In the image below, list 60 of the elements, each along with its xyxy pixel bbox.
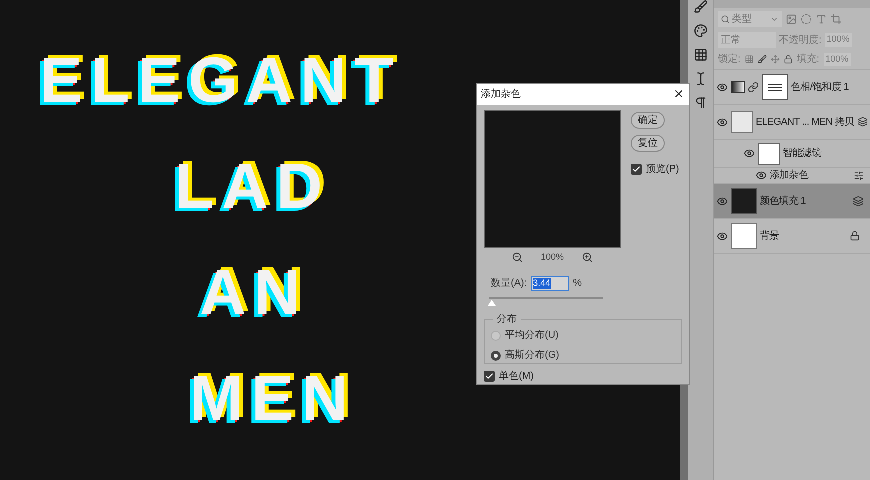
canvas-text: LAD — [175, 149, 331, 224]
checkbox[interactable] — [484, 371, 495, 382]
zoom-level: 100% — [540, 250, 564, 264]
grid-icon[interactable] — [694, 48, 708, 62]
dialog-button[interactable]: 确定 — [631, 112, 665, 129]
monochrome-label: 单色(M) — [499, 370, 534, 384]
mask-thumbnail — [762, 74, 788, 100]
layer-name: 智能滤镜 — [783, 146, 822, 161]
filter-mask-thumbnail — [758, 142, 780, 164]
amount-field[interactable]: 3.44 — [531, 276, 570, 292]
layer-name: ELEGANT ... MEN 拷贝 — [756, 116, 854, 130]
eye-icon[interactable] — [717, 196, 728, 206]
percent-label: % — [573, 277, 582, 292]
layer-row[interactable]: 颜色填充 1 — [714, 184, 870, 219]
brush-icon[interactable] — [694, 0, 708, 14]
eye-icon[interactable] — [744, 148, 755, 159]
lock-icon[interactable] — [784, 55, 793, 64]
radio-label: 平均分布(U) — [505, 329, 559, 343]
adjustment-icon — [731, 81, 745, 93]
dialog-title: 添加杂色 — [481, 88, 521, 102]
opacity-label: 不透明度: — [779, 34, 822, 48]
amount-label: 数量(A): — [491, 277, 528, 292]
palette-icon[interactable] — [694, 24, 708, 38]
filter-text: 类型 — [732, 12, 752, 26]
pilcrow-icon[interactable] — [694, 96, 708, 110]
canvas-text: ELEGANT — [40, 43, 402, 118]
eye-icon[interactable] — [717, 116, 728, 128]
canvas-text: MEN — [190, 361, 356, 436]
layer-name: 色相/饱和度 1 — [791, 80, 849, 94]
lock-paint-icon[interactable] — [758, 55, 767, 64]
radio-label: 高斯分布(G) — [505, 348, 560, 363]
lock-label: 锁定: — [718, 52, 741, 67]
dialog-button[interactable]: 复位 — [631, 134, 665, 152]
filter-options-icon[interactable] — [854, 170, 864, 180]
canvas-text: AN — [200, 255, 308, 330]
eye-icon[interactable] — [717, 230, 728, 242]
eye-icon[interactable] — [756, 170, 767, 181]
close-icon[interactable] — [673, 88, 685, 100]
layer-thumbnail — [731, 188, 757, 214]
smart-object-icon — [853, 196, 864, 206]
layer-row[interactable]: 添加杂色 — [714, 168, 870, 184]
layer-name: 背景 — [760, 230, 780, 244]
smart-object-icon — [858, 117, 868, 127]
lock-icon — [850, 231, 860, 241]
layer-thumbnail — [731, 223, 757, 249]
slider-thumb[interactable] — [488, 300, 496, 306]
layer-name: 添加杂色 — [770, 168, 808, 183]
preview-label: 预览(P) — [646, 162, 680, 177]
fill-label: 填充: — [796, 52, 820, 67]
link-icon — [748, 82, 759, 92]
checkbox[interactable] — [631, 164, 642, 175]
search-icon — [721, 14, 730, 24]
layer-row[interactable]: 智能滤镜 — [714, 140, 870, 168]
eye-icon[interactable] — [717, 82, 728, 92]
radio-button[interactable] — [491, 330, 501, 340]
zoom-in-icon[interactable] — [582, 252, 594, 263]
radio-button[interactable] — [491, 350, 501, 360]
zoom-out-icon[interactable] — [512, 252, 523, 263]
layer-thumbnail — [731, 111, 753, 133]
layer-name: 颜色填充 1 — [760, 194, 806, 208]
